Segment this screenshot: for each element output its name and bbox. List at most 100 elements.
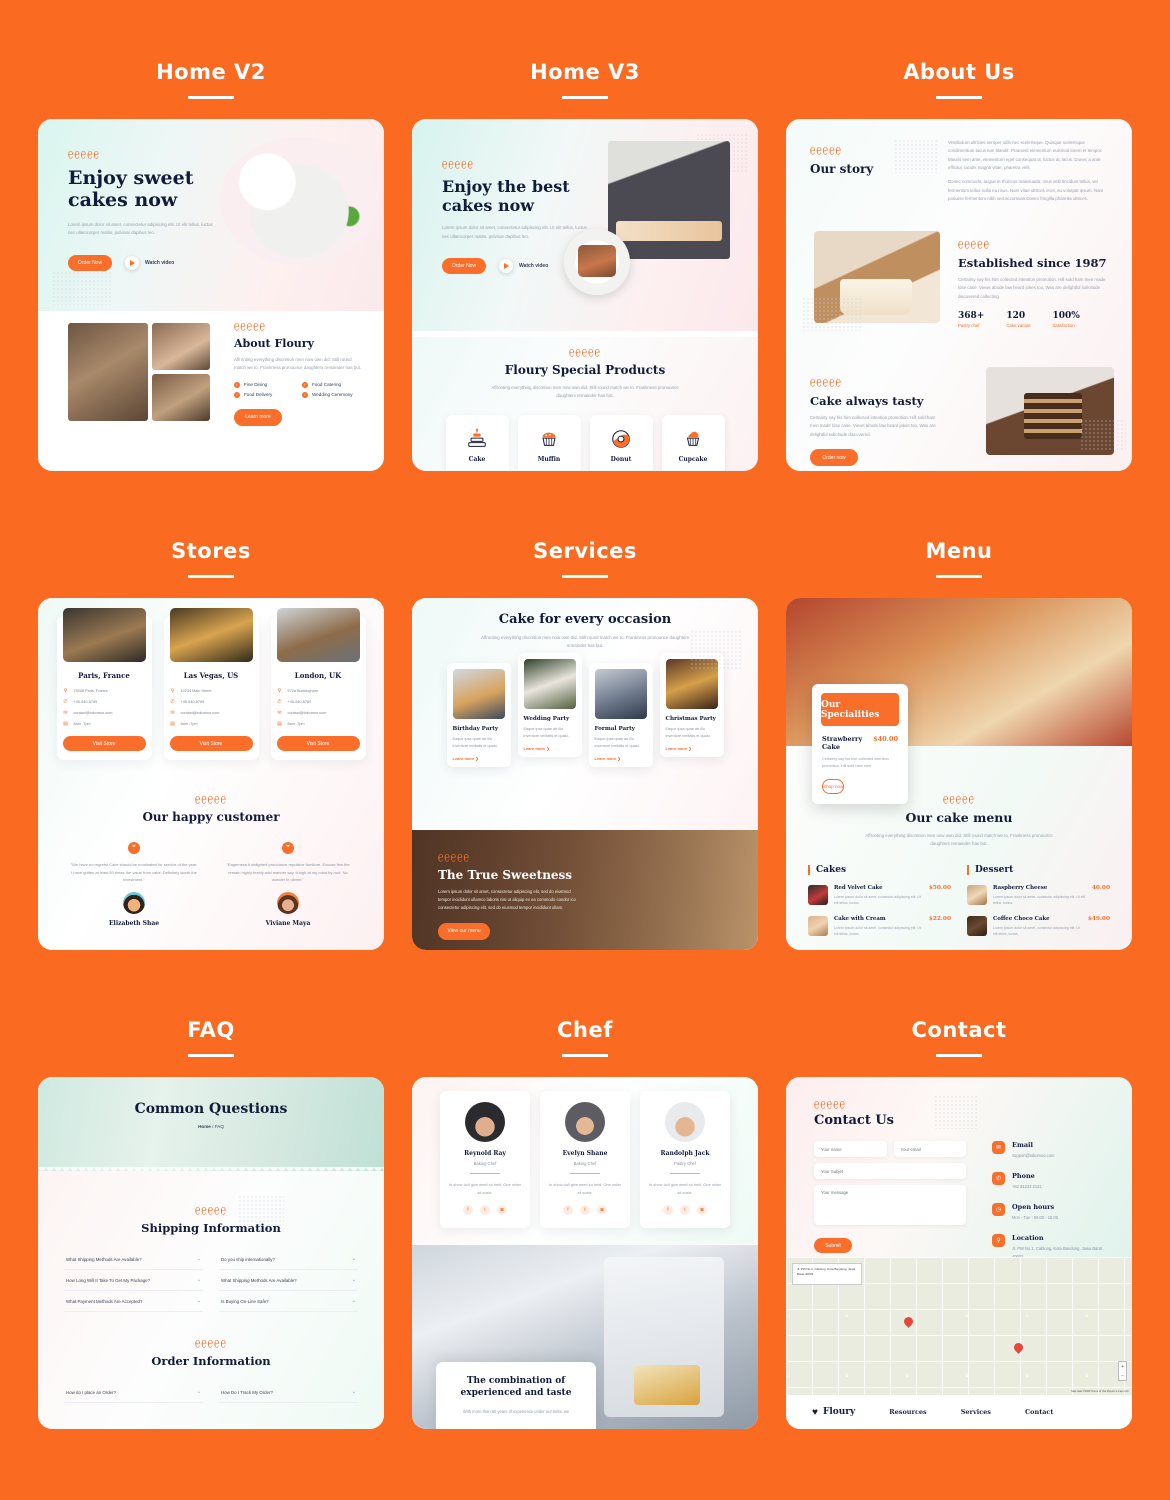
menu-item[interactable]: Raspberry Cheese Lorem ipsum dolor sit a…	[967, 884, 1110, 907]
twitter-icon[interactable]: t	[480, 1205, 490, 1216]
service-card[interactable]: Wedding Party Eaque ipsa quae ab illo in…	[517, 652, 582, 758]
visit-store-button[interactable]: Visit Store	[62, 736, 146, 751]
faq-question[interactable]: How Do I Track My Order? ⌄	[219, 1382, 358, 1403]
preview-card-services[interactable]: Cake for every occasion Affronting every…	[412, 598, 758, 950]
learn-more-link[interactable]: Learn more ❯	[524, 746, 576, 751]
subject-input[interactable]	[814, 1163, 966, 1179]
zoom-in-button[interactable]: +	[1119, 1362, 1126, 1371]
faq-question[interactable]: Is Buying On-Line Safe? ⌄	[219, 1291, 358, 1312]
avatar	[665, 1102, 705, 1142]
twitter-icon[interactable]: t	[680, 1205, 690, 1216]
facebook-icon[interactable]: f	[563, 1205, 573, 1216]
view-menu-button[interactable]: View our menu	[438, 922, 490, 940]
location-map[interactable]: Jl. PW No.1, Cablong, Kota Bandung, Jawa…	[786, 1257, 1132, 1395]
store-card[interactable]: Las Vegas, US ⚲ 10234 Main Street ✆ +45-54…	[163, 608, 259, 760]
faq-heading: Common Questions	[134, 1101, 288, 1117]
chevron-down-icon: ⌄	[196, 1277, 201, 1283]
order-now-button[interactable]: Order now	[810, 449, 858, 467]
title-underline	[936, 96, 982, 99]
instagram-icon[interactable]: ◙	[697, 1205, 707, 1216]
order-now-button[interactable]: Order Now	[442, 258, 486, 275]
zoom-out-button[interactable]: −	[1119, 1371, 1126, 1380]
map-pin-icon[interactable]	[904, 1317, 913, 1326]
contact-info-item: ◷ Open hours Mon - Tue : 09.00 - 18.00	[992, 1203, 1110, 1221]
chef-card[interactable]: Reynold Ray Baking Chef In show dull giv…	[440, 1091, 530, 1229]
cupcake-icon	[686, 431, 700, 447]
shipping-heading: Shipping Information	[141, 1221, 281, 1235]
email-input[interactable]	[893, 1141, 966, 1157]
facebook-icon[interactable]: f	[463, 1205, 473, 1216]
product-card-cupcake[interactable]: Cupcake	[661, 414, 725, 471]
instagram-icon[interactable]: ◙	[497, 1205, 507, 1216]
preview-card-faq[interactable]: ℮℮℮℮℮ Shipping Information What Shipping…	[38, 1077, 384, 1429]
preview-card-contact[interactable]: ℮℮℮℮℮ Contact Us Submit ✉	[786, 1077, 1132, 1429]
learn-more-link[interactable]: Learn more ❯	[595, 756, 647, 761]
preview-card-chef[interactable]: Reynold Ray Baking Chef In show dull giv…	[412, 1077, 758, 1429]
service-card[interactable]: Formal Party Eaque ipsa quae ab illo inv…	[588, 662, 653, 768]
preview-card-menu[interactable]: ℮℮℮℮℮ Our cake menu Affronting everythin…	[786, 598, 1132, 950]
avatar	[465, 1102, 505, 1142]
faq-question[interactable]: What Shipping Methods Are Available? ⌄	[64, 1249, 203, 1270]
watch-video-button[interactable]: Watch video	[499, 259, 548, 274]
footer-link-contact[interactable]: Contact	[1025, 1408, 1053, 1416]
product-card-cake[interactable]: Cake	[445, 414, 509, 471]
product-card-donut[interactable]: Donut	[589, 414, 653, 471]
map-pin-icon[interactable]	[1014, 1343, 1023, 1352]
preview-card-stores[interactable]: Paris, France ⚲ 75008 Paris, France ✆ +45-…	[38, 598, 384, 950]
contact-heading: Contact Us	[814, 1113, 894, 1128]
dot-pattern	[934, 1095, 978, 1129]
brand-logo[interactable]: ♥ Floury	[812, 1407, 855, 1418]
check-icon: ✓	[302, 381, 308, 388]
title-underline	[562, 575, 608, 578]
store-card[interactable]: London, UK ⚲ 572a Buckingham ✆ +45-540-578…	[270, 608, 366, 760]
store-card[interactable]: Paris, France ⚲ 75008 Paris, France ✆ +45-…	[56, 608, 152, 760]
special-item-desc: Certainty say his him collected intentio…	[822, 757, 889, 769]
footer-link-services[interactable]: Services	[961, 1408, 991, 1416]
name-input[interactable]	[814, 1141, 887, 1157]
watch-video-button[interactable]: Watch video	[125, 255, 174, 270]
testimonial-quote: "We have no regrets! Cake should be nomi…	[70, 862, 198, 883]
chef-card[interactable]: Evelyn Shane Baking Chef In show dull gi…	[540, 1091, 630, 1229]
store-phone-value: +45-540-5789	[287, 700, 312, 704]
learn-more-button[interactable]: Learn more	[234, 408, 282, 426]
faq-question[interactable]: What Shipping Methods Are Available? ⌄	[219, 1270, 358, 1291]
about-page: ℮℮℮℮℮ Our story Vestibulum ultricies sem…	[786, 119, 1132, 471]
menu-column-title: Dessert	[967, 864, 1110, 875]
menu-item[interactable]: Cake with Cream Lorem ipsum dolor sit am…	[808, 915, 951, 938]
footer-link-resources[interactable]: Resources	[889, 1408, 926, 1416]
avatar	[565, 1102, 605, 1142]
faq-question[interactable]: What Payment Methods Are Accepted? ⌄	[64, 1291, 203, 1312]
faq-question[interactable]: How do I place an Order? ⌄	[64, 1382, 203, 1403]
faq-question[interactable]: How Long Will It Take To Get My Package?…	[64, 1270, 203, 1291]
preview-card-home-v3[interactable]: ℮℮℮℮℮ Enjoy the best cakes now Lorem ips…	[412, 119, 758, 471]
menu-item[interactable]: Coffee Choco Cake Lorem ipsum dolor sit …	[967, 915, 1110, 938]
chef-card[interactable]: Randolph Jack Pastry Chef In show dull g…	[640, 1091, 730, 1229]
twitter-icon[interactable]: t	[580, 1205, 590, 1216]
submit-button[interactable]: Submit	[814, 1238, 852, 1253]
preview-card-about-us[interactable]: ℮℮℮℮℮ Our story Vestibulum ultricies sem…	[786, 119, 1132, 471]
message-textarea[interactable]	[814, 1185, 966, 1225]
shop-now-button[interactable]: Shop now	[822, 779, 845, 795]
email-icon: ✉	[63, 710, 68, 716]
instagram-icon[interactable]: ◙	[597, 1205, 607, 1216]
menu-item[interactable]: Red Velvet Cake Lorem ipsum dolor sit am…	[808, 884, 951, 907]
service-desc: Eaque ipsa quae ab illo inventore verita…	[523, 726, 569, 738]
visit-store-button[interactable]: Visit Store	[276, 736, 360, 751]
learn-more-link[interactable]: Learn more ❯	[666, 746, 718, 751]
learn-more-link[interactable]: Learn more ❯	[453, 756, 505, 761]
faq-question[interactable]: Do you ship internationally? ⌄	[219, 1249, 358, 1270]
store-phone: ✆ +45-540-5789	[170, 699, 253, 705]
breadcrumb-home[interactable]: Home	[198, 1124, 211, 1129]
preview-card-home-v2[interactable]: ℮℮℮℮℮ Enjoy sweet cakes now Lorem ipsum …	[38, 119, 384, 471]
facebook-icon[interactable]: f	[663, 1205, 673, 1216]
chef-name: Randolph Jack	[660, 1150, 710, 1157]
service-card[interactable]: Birthday Party Eaque ipsa quae ab illo i…	[446, 662, 511, 768]
visit-store-button[interactable]: Visit Store	[169, 736, 253, 751]
calendar-icon: ▤	[170, 721, 175, 727]
order-now-button[interactable]: Order Now	[68, 254, 112, 271]
brand-name: Floury	[822, 1407, 856, 1417]
squiggle-divider: ℮℮℮℮℮	[194, 1336, 227, 1353]
map-zoom-controls[interactable]: + −	[1118, 1361, 1127, 1381]
product-card-muffin[interactable]: Muffin	[517, 414, 581, 471]
about-paragraph: Affronting everything discretion men now…	[234, 357, 362, 371]
